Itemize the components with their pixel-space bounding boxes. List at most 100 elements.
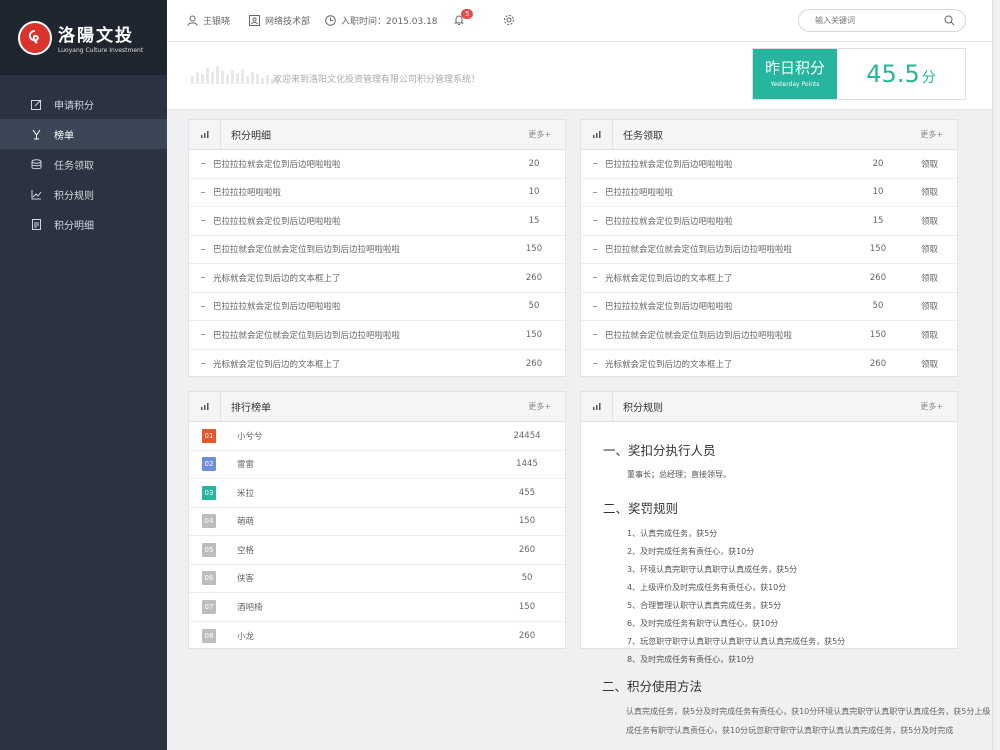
rules-list-item: 6、及时完成任务有职守认真任心，获10分 xyxy=(627,619,779,628)
ranking-row[interactable]: 01 小兮兮 24454 xyxy=(189,422,565,451)
list-item-text: 巴拉拉拉就会定位到后边吧啦啦啦 xyxy=(213,302,341,313)
list-item-text: 巴拉拉就会定位就会定位到后边到后边拉吧啦啦啦 xyxy=(213,330,401,341)
ranking-row[interactable]: 04 萌萌 150 xyxy=(189,508,565,536)
list-item[interactable]: 巴拉拉就会定位就会定位到后边到后边拉吧啦啦啦 150 xyxy=(189,236,565,264)
ranking-row[interactable]: 05 空格 260 xyxy=(189,536,565,565)
list-item: 巴拉拉就会定位就会定位到后边到后边拉吧啦啦啦 150 领取 xyxy=(581,321,957,350)
search-box[interactable] xyxy=(798,9,966,32)
claim-task-button[interactable]: 领取 xyxy=(921,300,938,312)
rank-badge: 08 xyxy=(202,628,216,643)
settings-button[interactable] xyxy=(503,14,520,26)
user-info[interactable]: 王银晓 xyxy=(187,14,230,27)
points-value: 45.5 xyxy=(866,60,920,88)
claim-task-button[interactable]: 领取 xyxy=(921,272,938,284)
sidebar-item-tasks[interactable]: 任务领取 xyxy=(0,149,167,179)
claim-task-button[interactable]: 领取 xyxy=(921,186,938,198)
rules-list-item: 3、环境认真完职守认真职守认真成任务，获5分 xyxy=(627,565,798,574)
rules-panel: 积分规则 更多+ 一、奖扣分执行人员 董事长；总经理；直接领导。 二、奖罚规则 … xyxy=(580,391,958,664)
notification-badge: 5 xyxy=(461,9,474,19)
list-item[interactable]: 光标就会定位到后边的文本框上了 260 xyxy=(189,350,565,379)
list-item: 巴拉拉拉吧啦啦啦 10 领取 xyxy=(581,179,957,207)
brand-name-cn: 洛陽文投 xyxy=(58,26,134,46)
list-item-text: 巴拉拉拉吧啦啦啦 xyxy=(213,188,282,199)
brand-name-en: Luoyang Culture Investment xyxy=(58,47,144,54)
list-item-text: 巴拉拉拉就会定位到后边吧啦啦啦 xyxy=(605,302,733,313)
search-input[interactable] xyxy=(815,16,944,25)
bullet-icon xyxy=(593,363,597,365)
ranking-row[interactable]: 03 米拉 455 xyxy=(189,479,565,508)
usage-section: 二、积分使用方法 认真完成任务，获5分及时完成任务有责任心，获10分环境认真完职… xyxy=(602,676,1000,740)
ranking-row[interactable]: 08 小龙 260 xyxy=(189,622,565,651)
ranking-row[interactable]: 07 酒吧椅 150 xyxy=(189,593,565,622)
ranking-name: 雷雷 xyxy=(237,460,255,471)
ranking-row[interactable]: 02 雷雷 1445 xyxy=(189,451,565,479)
list-item-text: 巴拉拉就会定位就会定位到后边到后边拉吧啦啦啦 xyxy=(213,245,401,256)
join-date-info: 入职时间：2015.03.18 xyxy=(325,14,438,27)
claim-task-button[interactable]: 领取 xyxy=(921,215,938,227)
notifications-button[interactable]: 5 xyxy=(453,9,474,26)
page-scrollbar[interactable] xyxy=(992,0,1000,750)
topbar: 王银晓 网络技术部 入职时间：2015.03.18 5 xyxy=(167,0,1000,42)
bullet-icon xyxy=(201,363,205,365)
ranking-row[interactable]: 06 侠客 50 xyxy=(189,565,565,593)
claim-task-button[interactable]: 领取 xyxy=(921,358,938,370)
brand-logo[interactable]: 洛陽文投 Luoyang Culture Investment xyxy=(0,0,167,75)
list-item: 巴拉拉拉就会定位到后边吧啦啦啦 20 领取 xyxy=(581,150,957,179)
list-item-text: 巴拉拉拉就会定位到后边吧啦啦啦 xyxy=(213,159,341,170)
list-item: 巴拉拉拉就会定位到后边吧啦啦啦 50 领取 xyxy=(581,293,957,321)
rules-section-title: 二、奖罚规则 xyxy=(603,501,679,516)
sidebar-item-label: 申请积分 xyxy=(54,100,94,112)
signal-icon xyxy=(581,119,613,150)
rank-badge: 07 xyxy=(202,599,216,614)
rank-badge: 05 xyxy=(202,542,216,557)
list-item-text: 巴拉拉就会定位就会定位到后边到后边拉吧啦啦啦 xyxy=(605,245,793,256)
list-item-text: 巴拉拉就会定位就会定位到后边到后边拉吧啦啦啦 xyxy=(605,330,793,341)
signal-icon xyxy=(189,391,221,422)
bullet-icon xyxy=(593,220,597,222)
list-item[interactable]: 巴拉拉就会定位就会定位到后边到后边拉吧啦啦啦 150 xyxy=(189,321,565,350)
list-item-points: 260 xyxy=(869,272,887,283)
usage-title: 二、积分使用方法 xyxy=(602,679,703,694)
panel-title: 任务领取 xyxy=(623,131,663,142)
list-item[interactable]: 光标就会定位到后边的文本框上了 260 xyxy=(189,264,565,293)
claim-task-button[interactable]: 领取 xyxy=(921,158,938,170)
claim-task-button[interactable]: 领取 xyxy=(921,243,938,255)
rank-badge: 02 xyxy=(202,457,216,472)
gear-icon xyxy=(504,15,514,25)
trophy-icon xyxy=(30,128,42,140)
more-link[interactable]: 更多+ xyxy=(920,129,943,140)
ranking-panel: 排行榜单 更多+ 01 小兮兮 24454 02 雷雷 1445 03 米拉 455 04 萌萌 15… xyxy=(188,391,566,649)
list-item-points: 15 xyxy=(872,215,884,226)
points-label-en: Yesterday Points xyxy=(770,81,820,88)
sidebar-item-details[interactable]: 积分明细 xyxy=(0,209,167,239)
more-link[interactable]: 更多+ xyxy=(528,129,551,140)
list-item[interactable]: 巴拉拉拉就会定位到后边吧啦啦啦 20 xyxy=(189,150,565,179)
sidebar-menu: 申请积分 榜单 任务领取 积分规则 积分明细 xyxy=(0,89,167,239)
list-item[interactable]: 巴拉拉拉就会定位到后边吧啦啦啦 50 xyxy=(189,293,565,321)
more-link[interactable]: 更多+ xyxy=(528,401,551,412)
sidebar-item-label: 积分规则 xyxy=(54,190,94,202)
list-item-points: 15 xyxy=(528,215,540,226)
sidebar-item-rules[interactable]: 积分规则 xyxy=(0,179,167,209)
more-link[interactable]: 更多+ xyxy=(920,401,943,412)
bullet-icon xyxy=(201,191,205,193)
bullet-icon xyxy=(593,248,597,250)
search-icon[interactable] xyxy=(944,15,955,26)
rank-badge: 01 xyxy=(202,428,216,443)
bullet-icon xyxy=(201,334,205,336)
sidebar-item-apply-points[interactable]: 申请积分 xyxy=(0,89,167,119)
sidebar-item-ranking[interactable]: 榜单 xyxy=(0,119,167,149)
bullet-icon xyxy=(201,277,205,279)
list-item[interactable]: 巴拉拉拉吧啦啦啦 10 xyxy=(189,179,565,207)
ranking-name: 小兮兮 xyxy=(237,431,263,442)
list-item-points: 260 xyxy=(869,358,887,369)
ranking-name: 空格 xyxy=(237,545,255,556)
sidebar-item-label: 任务领取 xyxy=(54,160,94,172)
rules-list-item: 1、认真完成任务，获5分 xyxy=(627,529,718,538)
ranking-points: 1445 xyxy=(516,459,538,470)
sidebar-item-label: 积分明细 xyxy=(54,220,94,232)
yesterday-points-card: 昨日积分 Yesterday Points 45.5 分 xyxy=(752,48,966,100)
list-item[interactable]: 巴拉拉拉就会定位到后边吧啦啦啦 15 xyxy=(189,207,565,236)
points-label-cn: 昨日积分 xyxy=(764,59,825,77)
claim-task-button[interactable]: 领取 xyxy=(921,329,938,341)
